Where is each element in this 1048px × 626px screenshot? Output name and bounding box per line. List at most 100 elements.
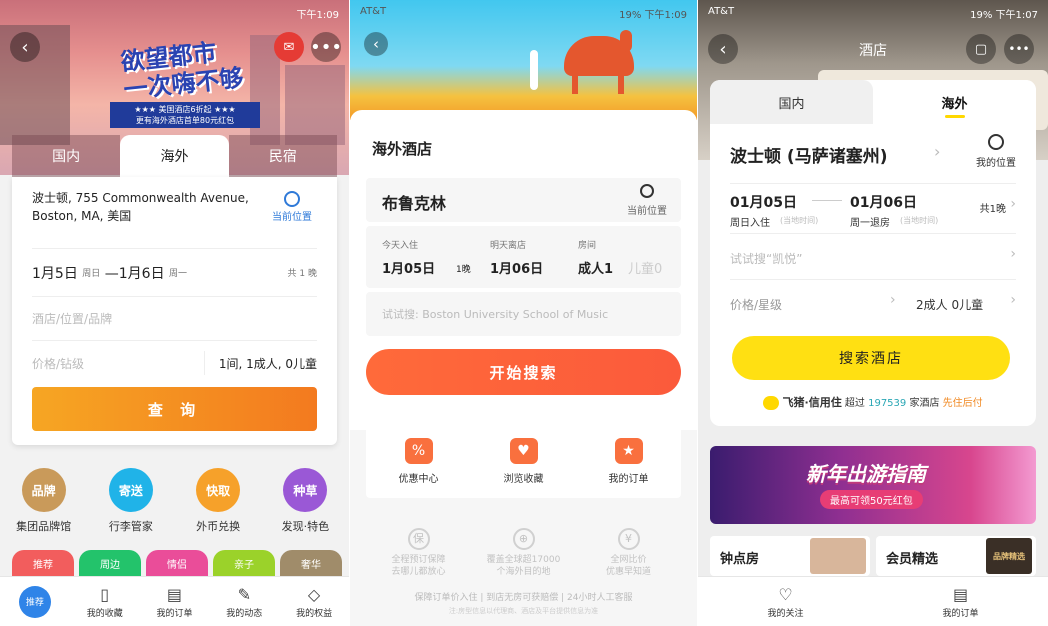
search-button[interactable]: 搜索酒店: [732, 336, 1010, 380]
nav-following[interactable]: ♡ 我的关注: [698, 577, 873, 626]
person-figure: [530, 50, 538, 90]
guarantee-item: ¥ 全网比价 优惠早知道: [579, 528, 679, 578]
guests-field[interactable]: 2成人 0儿童: [916, 296, 983, 313]
chevron-right-icon: ›: [1010, 246, 1016, 262]
footer-note: 注:房型信息以代理商、酒店及平台提供信息为准: [448, 607, 599, 615]
tab-homestay[interactable]: 民宿: [228, 135, 337, 177]
back-button[interactable]: ‹: [10, 32, 40, 62]
guarantee-line: 覆盖全球超17000: [486, 555, 561, 565]
date-divider: [812, 200, 842, 201]
banner-title: 欲望都市 一次嗨不够: [119, 38, 245, 105]
guarantee-line: 全网比价: [610, 555, 647, 565]
pill-family[interactable]: 亲子: [213, 550, 275, 576]
card-title: 会员精选: [886, 552, 939, 567]
feature-luggage[interactable]: 寄送 行李管家: [91, 468, 171, 534]
more-button[interactable]: •••: [310, 32, 342, 62]
tab-domestic[interactable]: 国内: [12, 135, 121, 177]
price-field[interactable]: 价格/钻级: [32, 355, 204, 372]
guarantee-line: 去哪儿都放心: [391, 567, 446, 577]
pill-couple[interactable]: 情侣: [146, 550, 208, 576]
fliggy-logo-icon: [763, 396, 780, 410]
nights-count: 共 1 晚: [287, 269, 317, 279]
keyword-field[interactable]: 试试搜: Boston University School of Music: [366, 292, 681, 336]
phone-fliggy: AT&T 19% 下午1:07 ‹ 酒店 ▢ ••• 国内 海外 波士顿 (马萨诸…: [698, 0, 1048, 626]
phone-qunar: AT&T 19% 下午1:09 ‹ 海外酒店 布鲁克林 当前位置 今天入住 1月0…: [350, 0, 697, 626]
search-button[interactable]: 查 询: [32, 387, 317, 431]
quick-coupons[interactable]: % 优惠中心: [379, 437, 459, 485]
luggage-badge-icon: 寄送: [108, 468, 153, 512]
tab-overseas[interactable]: 海外: [873, 80, 1036, 124]
back-button[interactable]: ‹: [364, 32, 388, 56]
keyword-placeholder: 酒店/位置/品牌: [32, 312, 113, 326]
current-location-button[interactable]: 当前位置: [267, 189, 317, 227]
credit-brand: 飞猪·信用住: [782, 396, 842, 409]
guarantee-item: ⊕ 覆盖全球超17000 个海外目的地: [474, 528, 574, 578]
keyword-field[interactable]: 酒店/位置/品牌: [32, 297, 317, 341]
filter-row: 价格/钻级 1间, 1成人, 0儿童: [32, 341, 317, 385]
date-field[interactable]: 1月5日 周日 —1月6日 周一 共 1 晚: [32, 249, 317, 297]
keyword-placeholder: 试试搜: Boston University School of Music: [382, 308, 609, 321]
member-picks-card[interactable]: 会员精选 品牌精选: [876, 536, 1036, 576]
book-icon: ▯: [100, 584, 110, 604]
feature-brand[interactable]: 品牌 集团品牌馆: [4, 468, 84, 534]
current-location-button[interactable]: 当前位置: [627, 182, 667, 217]
destination-field[interactable]: 波士顿, 755 Commonwealth Avenue, Boston, MA…: [32, 189, 317, 249]
nav-label: 我的订单: [942, 608, 979, 619]
nav-favorites[interactable]: ▯ 我的收藏: [70, 577, 140, 626]
search-button[interactable]: 开始搜索: [366, 349, 681, 395]
nav-benefits[interactable]: ◇ 我的权益: [279, 577, 349, 626]
message-icon: ▢: [974, 41, 988, 57]
promo-banner[interactable]: 新年出游指南 最高可领50元红包: [710, 446, 1036, 524]
status-bar: AT&T 19% 下午1:09: [360, 6, 687, 21]
camel-leg: [572, 72, 578, 94]
pill-luxury[interactable]: 奢华: [280, 550, 342, 576]
promo-subtitle: 最高可领50元红包: [820, 490, 923, 509]
nav-recommend[interactable]: 推荐: [0, 577, 70, 626]
hourly-room-card[interactable]: 钟点房: [710, 536, 870, 576]
checkin-date: 1月5日: [32, 265, 78, 282]
chevron-right-icon: ›: [1010, 292, 1016, 308]
room-caption: 房间: [578, 241, 597, 251]
nav-activity[interactable]: ✎ 我的动态: [209, 577, 279, 626]
camel-neck: [620, 30, 632, 52]
my-location-button[interactable]: 我的位置: [976, 132, 1016, 169]
pill-nearby[interactable]: 周边: [79, 550, 141, 576]
feature-label: 集团品牌馆: [16, 520, 72, 533]
feature-discover[interactable]: 种草 发现·特色: [265, 468, 345, 534]
diamond-icon: ◇: [307, 584, 321, 604]
nav-orders[interactable]: ▤ 我的订单: [140, 577, 210, 626]
date-field[interactable]: 01月05日 周日入住 (当地时间) 01月06日 周一退房 (当地时间) 共1…: [730, 184, 1016, 234]
my-location-label: 我的位置: [976, 158, 1016, 169]
nights-count: 1晚: [456, 265, 471, 275]
pill-recommend[interactable]: 推荐: [12, 550, 74, 576]
city-field[interactable]: 布鲁克林 当前位置: [366, 178, 681, 222]
feature-currency[interactable]: 快取 外币兑换: [178, 468, 258, 534]
more-button[interactable]: •••: [1004, 34, 1034, 64]
checkout-note: (当地时间): [900, 216, 939, 225]
search-card: 国内 海外 波士顿 (马萨诸塞州) › 我的位置 01月05日 周日入住 (当地…: [710, 80, 1036, 426]
checkout-date: 1月06日: [490, 262, 544, 277]
tab-overseas[interactable]: 海外: [120, 135, 229, 177]
message-button[interactable]: ▢: [966, 34, 996, 64]
credit-banner[interactable]: 飞猪·信用住 超过 197539 家酒店 先住后付: [710, 394, 1036, 410]
destination-field[interactable]: 波士顿 (马萨诸塞州) › 我的位置: [730, 128, 1016, 184]
quick-favorites[interactable]: ♥ 浏览收藏: [484, 437, 564, 485]
guarantee-line: 全程预订保障: [391, 555, 446, 565]
date-room-field[interactable]: 今天入住 1月05日 1晚 明天离店 1月06日 房间 成人1 儿童0: [366, 226, 681, 288]
red-packet-button[interactable]: ✉: [274, 32, 304, 62]
building-silhouette: [285, 65, 345, 145]
rooms-guests-field[interactable]: 1间, 1成人, 0儿童: [219, 355, 317, 372]
guarantee-item: 保 全程预订保障 去哪儿都放心: [369, 528, 469, 578]
tab-domestic[interactable]: 国内: [710, 80, 873, 124]
nav-label: 我的权益: [296, 608, 333, 619]
feature-label: 行李管家: [108, 520, 153, 533]
nav-orders[interactable]: ▤ 我的订单: [873, 577, 1048, 626]
status-bar: 下午1:09: [296, 10, 339, 21]
price-field[interactable]: 价格/星级: [730, 296, 782, 313]
keyword-field[interactable]: 试试搜“凯悦” ›: [730, 234, 1016, 280]
quick-orders[interactable]: ★ 我的订单: [589, 437, 669, 485]
category-cards: 钟点房 会员精选 品牌精选: [710, 536, 1036, 576]
coupon-icon: %: [404, 437, 433, 464]
page-title: 海外酒店: [372, 140, 433, 158]
guarantee-line: 优惠早知道: [605, 567, 651, 577]
